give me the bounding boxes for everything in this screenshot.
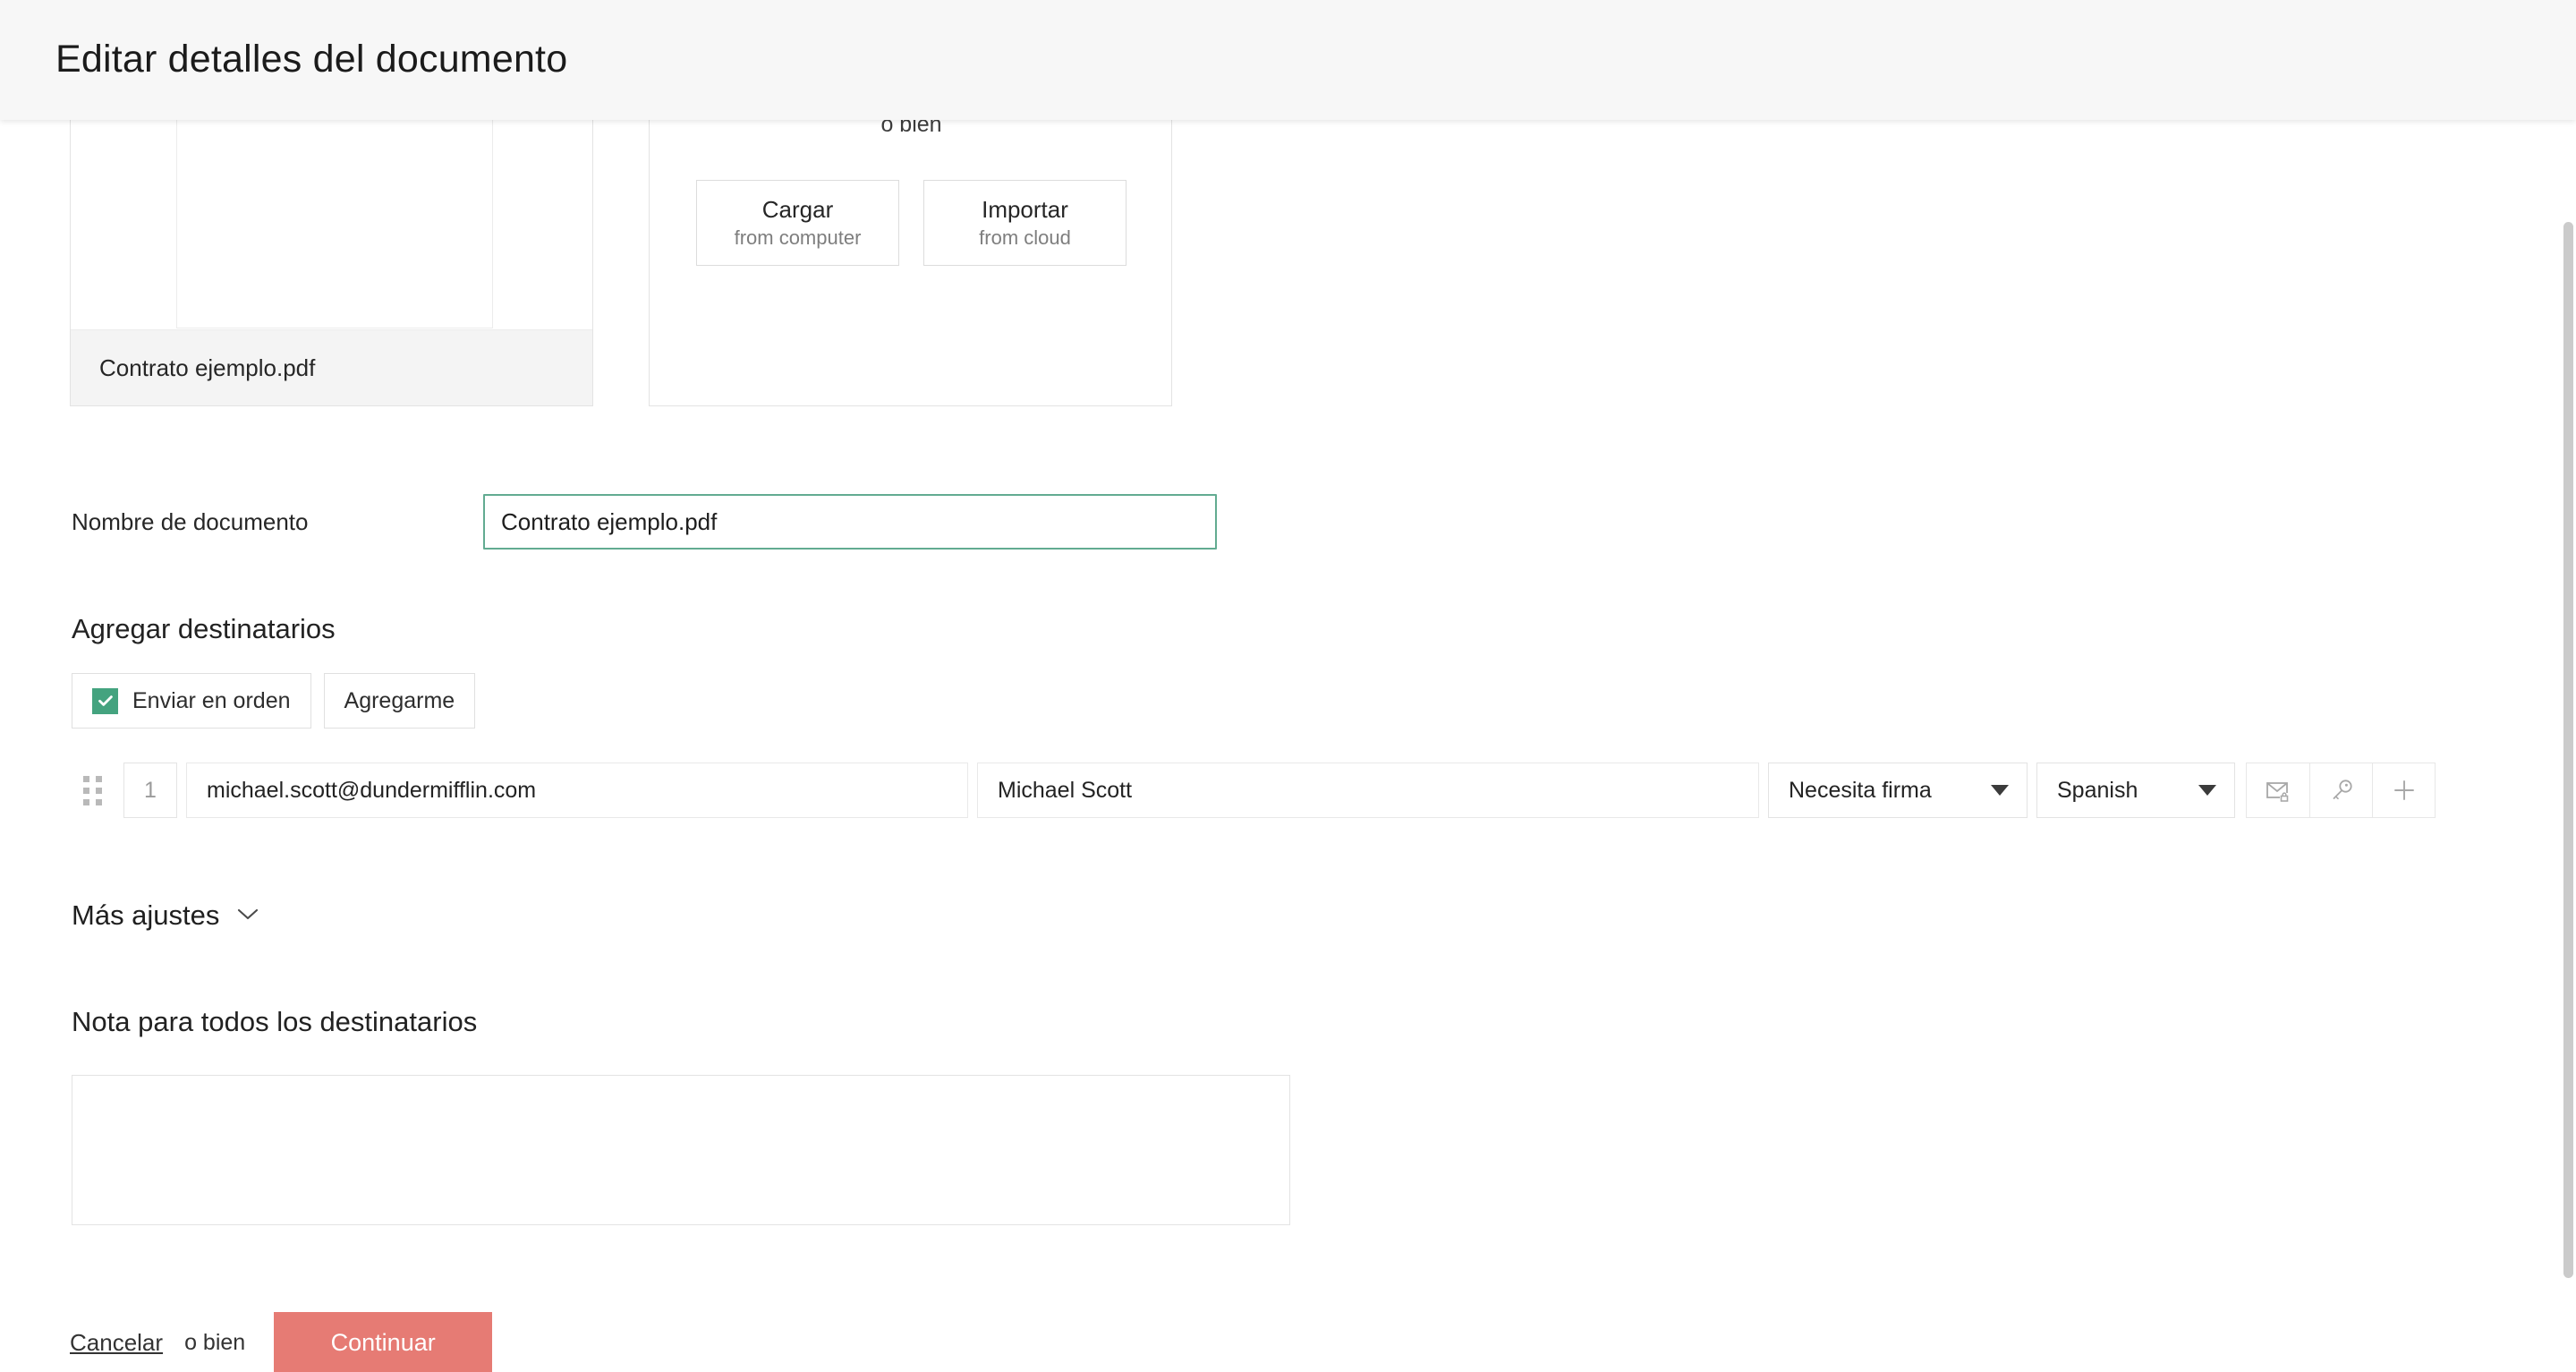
recipient-language-select[interactable]: Spanish <box>2036 763 2235 818</box>
send-in-order-toggle[interactable]: Enviar en orden <box>72 673 311 729</box>
recipient-order-number[interactable]: 1 <box>123 763 177 818</box>
dropzone-buttons: Cargar from computer Importar from cloud <box>650 180 1173 266</box>
document-name-row: Nombre de documento <box>72 494 1217 550</box>
recipient-name-input[interactable]: Michael Scott <box>977 763 1759 818</box>
recipients-heading: Agregar destinatarios <box>72 613 336 644</box>
more-settings-toggle[interactable]: Más ajustes <box>72 899 260 932</box>
upload-button-sublabel: from computer <box>734 226 862 249</box>
recipient-row: 1 michael.scott@dundermifflin.com Michae… <box>72 762 2436 819</box>
add-me-label: Agregarme <box>344 687 455 713</box>
recipient-email-input[interactable]: michael.scott@dundermifflin.com <box>186 763 968 818</box>
edit-document-details-page: sit amet nisl quis quam aliquam sodales … <box>0 0 2576 1372</box>
thumbnail-file-name: Contrato ejemplo.pdf <box>99 354 316 381</box>
chevron-down-icon <box>235 906 260 926</box>
drag-handle-icon[interactable] <box>72 762 113 819</box>
grip-dots <box>82 775 102 805</box>
checkbox-checked-icon <box>92 687 118 714</box>
page-header: Editar detalles del documento <box>0 0 2576 120</box>
import-button-sublabel: from cloud <box>979 226 1071 249</box>
page-content: sit amet nisl quis quam aliquam sodales … <box>0 0 2576 1372</box>
scrollbar-thumb[interactable] <box>2563 222 2573 1278</box>
cancel-link[interactable]: Cancelar <box>70 1329 163 1357</box>
import-from-cloud-button[interactable]: Importar from cloud <box>923 180 1126 266</box>
page-title: Editar detalles del documento <box>55 38 568 81</box>
chevron-down-icon <box>2198 785 2216 796</box>
recipient-role-value: Necesita firma <box>1789 777 1932 803</box>
send-in-order-label: Enviar en orden <box>132 687 291 713</box>
chevron-down-icon <box>1991 785 2009 796</box>
access-code-icon[interactable] <box>2309 763 2372 817</box>
vertical-scrollbar[interactable] <box>2561 0 2576 1372</box>
add-recipient-icon[interactable] <box>2372 763 2435 817</box>
upload-button-label: Cargar <box>761 196 834 223</box>
continue-button[interactable]: Continuar <box>274 1312 493 1372</box>
note-textarea[interactable] <box>72 1075 1290 1225</box>
footer-or-text: o bien <box>184 1329 246 1355</box>
import-button-label: Importar <box>982 196 1068 223</box>
document-name-label: Nombre de documento <box>72 507 309 535</box>
thumbnail-footer: Contrato ejemplo.pdf <box>71 329 592 405</box>
more-settings-label: Más ajustes <box>72 899 220 931</box>
recipient-language-value: Spanish <box>2057 777 2138 803</box>
recipient-actions <box>2246 763 2436 818</box>
upload-from-computer-button[interactable]: Cargar from computer <box>696 180 899 266</box>
recipient-toggles: Enviar en orden Agregarme <box>72 673 476 729</box>
note-heading: Nota para todos los destinatarios <box>72 1006 478 1037</box>
add-me-button[interactable]: Agregarme <box>323 673 476 729</box>
footer-actions: Cancelar o bien Continuar <box>70 1312 493 1372</box>
document-name-input[interactable] <box>483 494 1217 550</box>
private-message-icon[interactable] <box>2247 763 2309 817</box>
recipient-role-select[interactable]: Necesita firma <box>1768 763 2028 818</box>
